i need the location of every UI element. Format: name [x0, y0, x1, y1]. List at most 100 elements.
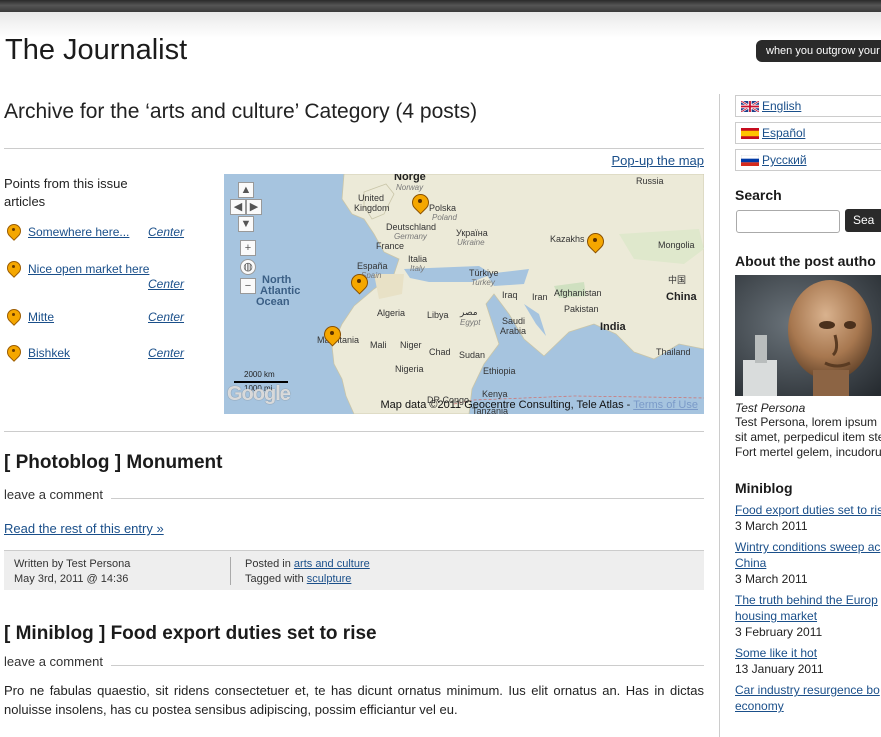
point-link[interactable]: Bishkek	[28, 346, 70, 360]
map-marker-icon[interactable]	[411, 194, 429, 220]
map-label: France	[376, 241, 405, 251]
post: [ Photoblog ] Monument leave a comment R…	[4, 452, 704, 536]
divider	[111, 498, 704, 499]
language-english[interactable]: English	[735, 95, 881, 117]
scale-km: 2000 km	[244, 370, 275, 379]
miniblog-date: 13 January 2011	[735, 662, 824, 676]
map-label: Saudi	[502, 316, 526, 326]
author-photo	[735, 275, 881, 396]
tagged-label: Tagged with	[245, 573, 307, 585]
top-bar	[0, 0, 881, 12]
category-link[interactable]: arts and culture	[294, 558, 370, 570]
map-label: Italia	[408, 254, 428, 264]
center-link[interactable]: Center	[148, 225, 184, 239]
miniblog-date: 3 March 2011	[735, 519, 808, 533]
map-label: Chad	[429, 347, 451, 357]
spain-flag-icon	[741, 128, 759, 139]
pan-right-icon[interactable]: ▶	[246, 199, 262, 215]
map-label: Russia	[636, 176, 664, 186]
read-more-link[interactable]: Read the rest of this entry »	[4, 521, 704, 536]
miniblog-link[interactable]: The truth behind the Europ	[735, 592, 881, 608]
point-item: Bishkek Center	[4, 345, 189, 385]
zoom-in-icon[interactable]: +	[240, 240, 256, 256]
language-russian[interactable]: Русский	[735, 149, 881, 171]
language-label[interactable]: Español	[762, 126, 805, 140]
miniblog-link[interactable]: housing market	[735, 608, 881, 624]
map-widget: Pop-up the map Points from this issue ar…	[4, 148, 704, 432]
miniblog-item: Wintry conditions sweep ac China 3 March…	[735, 539, 881, 587]
pan-up-icon[interactable]: ▲	[238, 182, 254, 198]
google-logo: Google	[227, 383, 291, 405]
pin-icon	[6, 224, 20, 244]
tag-link[interactable]: sculpture	[307, 573, 352, 585]
search-input[interactable]	[736, 210, 840, 233]
miniblog-item: Food export duties set to ris 3 March 20…	[735, 502, 881, 534]
miniblog-link[interactable]: Some like it hot	[735, 645, 881, 661]
zoom-out-icon[interactable]: −	[240, 278, 256, 294]
map-label: Mali	[370, 340, 387, 350]
map-marker-icon[interactable]	[323, 326, 341, 352]
center-link[interactable]: Center	[148, 277, 184, 291]
divider	[4, 148, 704, 149]
map-label: India	[600, 321, 626, 333]
map-marker-icon[interactable]	[350, 274, 368, 300]
search-button[interactable]: Sea	[845, 209, 881, 232]
terms-link[interactable]: Terms of Use	[633, 399, 698, 411]
language-spanish[interactable]: Español	[735, 122, 881, 144]
map-label: Nigeria	[395, 364, 424, 374]
miniblog-item: The truth behind the Europ housing marke…	[735, 592, 881, 640]
posted-in-label: Posted in	[245, 558, 294, 570]
miniblog-date: 3 February 2011	[735, 625, 823, 639]
map-label: Iran	[532, 292, 548, 302]
russia-flag-icon	[741, 155, 759, 166]
map-label: Ukraine	[457, 238, 485, 247]
popup-map-link[interactable]: Pop-up the map	[611, 153, 704, 168]
pan-left-icon[interactable]: ◀	[230, 199, 246, 215]
point-link[interactable]: Mitte	[28, 310, 54, 324]
center-link[interactable]: Center	[148, 310, 184, 324]
language-label[interactable]: Русский	[762, 153, 807, 167]
map-label: Norge	[394, 174, 426, 183]
map-label: 中国	[668, 275, 687, 285]
miniblog-link[interactable]: Wintry conditions sweep ac	[735, 539, 881, 555]
leave-comment-link[interactable]: leave a comment	[4, 654, 103, 669]
pan-down-icon[interactable]: ▼	[238, 216, 254, 232]
map-label: Polska	[429, 203, 457, 213]
map-canvas[interactable]: Russia Norge Norway United Kingdom Polsk…	[224, 174, 704, 414]
site-tagline: when you outgrow your	[756, 40, 881, 62]
miniblog-link[interactable]: China	[735, 555, 881, 571]
archive-title: Archive for the ‘arts and culture’ Categ…	[4, 100, 478, 123]
post-title[interactable]: [ Photoblog ] Monument	[4, 452, 704, 474]
comment-row: leave a comment	[4, 487, 704, 505]
map-label: Egypt	[460, 318, 481, 327]
map-label: مصر	[460, 307, 478, 317]
pin-icon	[6, 345, 20, 365]
point-item: Somewhere here... Center	[4, 224, 189, 264]
map-label: Kazakhs	[550, 234, 585, 244]
site-title[interactable]: The Journalist	[5, 34, 187, 67]
point-link[interactable]: Nice open market here	[28, 262, 149, 276]
globe-icon[interactable]: ◍	[240, 259, 256, 275]
leave-comment-link[interactable]: leave a comment	[4, 487, 103, 502]
map-marker-icon[interactable]	[586, 233, 604, 259]
sidebar: English Español Русский Search Sea About…	[735, 95, 881, 719]
point-item: Mitte Center	[4, 309, 189, 349]
post: [ Miniblog ] Food export duties set to r…	[4, 623, 704, 719]
map-label: Türkiye	[469, 268, 499, 278]
map-label: Kingdom	[354, 203, 390, 213]
miniblog-link[interactable]: Car industry resurgence bo	[735, 682, 881, 698]
map-label: Kenya	[482, 389, 508, 399]
map-label: Niger	[400, 340, 422, 350]
point-item: Nice open market here Center	[4, 261, 189, 301]
miniblog-item: Car industry resurgence bo economy	[735, 682, 881, 714]
center-link[interactable]: Center	[148, 346, 184, 360]
point-link[interactable]: Somewhere here...	[28, 225, 129, 239]
language-label[interactable]: English	[762, 99, 801, 113]
sidebar-divider	[719, 94, 720, 737]
map-label: Deutschland	[386, 222, 437, 232]
map-attribution: Map data ©2011 Geocentre Consulting, Tel…	[380, 399, 698, 411]
post-title[interactable]: [ Miniblog ] Food export duties set to r…	[4, 623, 704, 645]
miniblog-link[interactable]: economy	[735, 698, 881, 714]
author-bio-line: sit amet, perpedicul item ste	[735, 430, 881, 444]
miniblog-link[interactable]: Food export duties set to ris	[735, 502, 881, 518]
